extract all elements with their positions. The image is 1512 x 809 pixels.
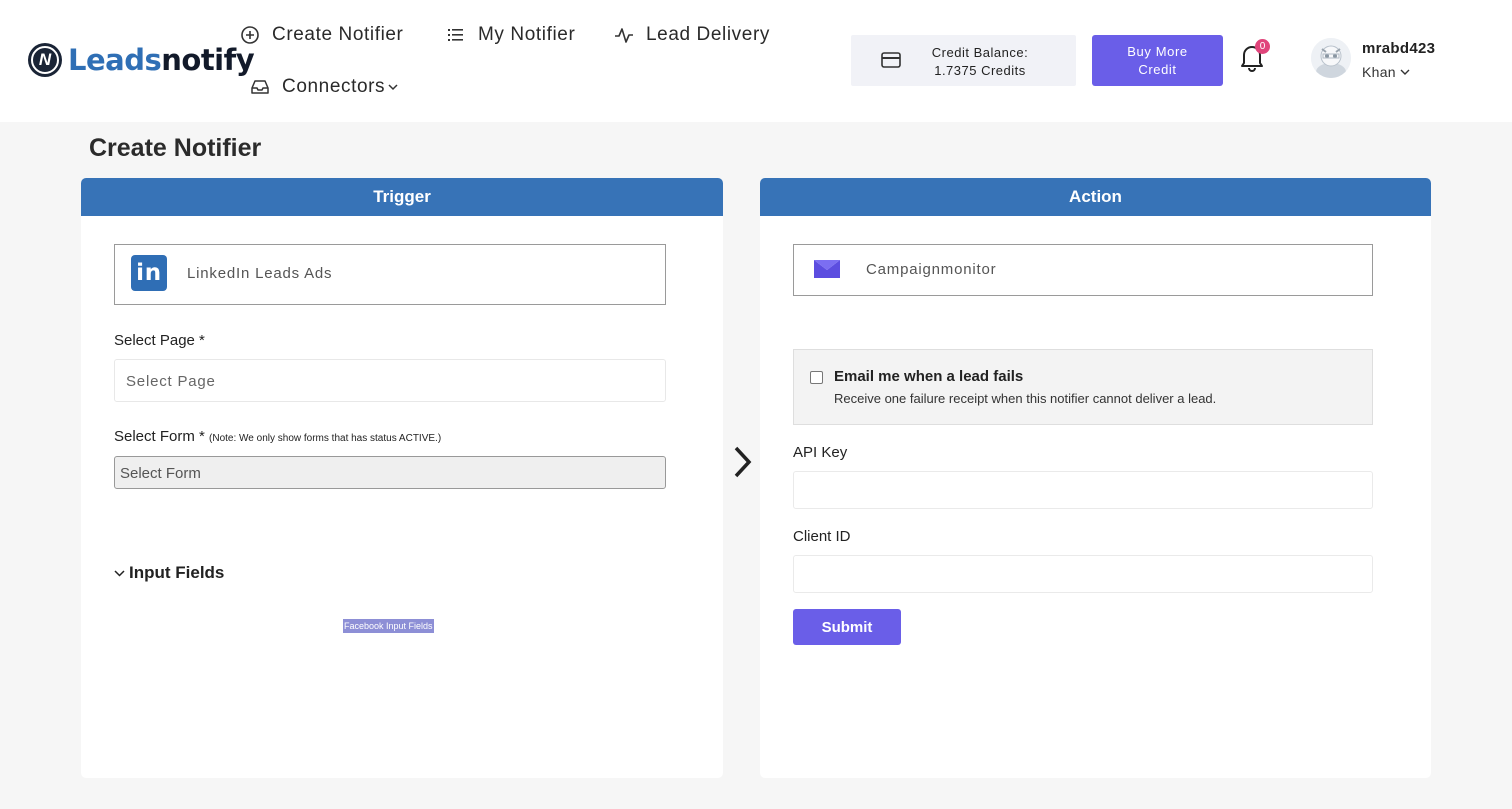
input-fields-toggle[interactable]: Input Fields [114, 563, 224, 583]
avatar-illustration-icon [1311, 38, 1351, 78]
action-header: Action [760, 178, 1431, 216]
activity-icon [615, 28, 633, 43]
nav-my-notifier-label: My Notifier [478, 24, 576, 45]
chevron-down-icon [388, 84, 398, 91]
select-form-dropdown[interactable]: Select Form [114, 456, 666, 489]
client-id-input[interactable] [793, 555, 1373, 593]
credit-balance-label: Credit Balance: [931, 45, 1029, 60]
facebook-input-fields-chip: Facebook Input Fields [343, 619, 434, 633]
user-menu-toggle[interactable]: Khan [1362, 64, 1410, 80]
notification-count-badge: 0 [1255, 39, 1270, 54]
trigger-app-name: LinkedIn Leads Ads [187, 265, 333, 282]
action-app-selector[interactable]: Campaignmonitor [793, 244, 1373, 296]
user-last-name: Khan [1362, 64, 1396, 80]
page-title: Create Notifier [89, 134, 262, 162]
inbox-icon [251, 80, 269, 94]
chevron-down-icon [1400, 69, 1410, 75]
select-page-label: Select Page * [114, 332, 205, 349]
top-header: N Leadsnotify Create Notifier My Notifie… [0, 0, 1512, 122]
input-fields-label: Input Fields [129, 563, 225, 582]
nav-lead-delivery[interactable]: Lead Delivery [614, 24, 770, 46]
trigger-app-selector[interactable]: in LinkedIn Leads Ads [114, 244, 666, 305]
avatar[interactable] [1311, 38, 1351, 78]
brand-name: Leadsnotify [68, 43, 255, 77]
trigger-card: Trigger in LinkedIn Leads Ads Select Pag… [81, 178, 723, 778]
user-name[interactable]: mrabd423 [1362, 40, 1435, 57]
brand-logo[interactable]: N Leadsnotify [28, 43, 255, 77]
list-icon [448, 29, 463, 41]
submit-button[interactable]: Submit [793, 609, 901, 645]
nav-connectors-label: Connectors [282, 76, 386, 97]
client-id-label: Client ID [793, 528, 851, 545]
campaignmonitor-icon [814, 260, 840, 278]
select-form-note: (Note: We only show forms that has statu… [209, 433, 442, 444]
email-on-failure-checkbox[interactable] [810, 371, 823, 384]
chevron-right-icon [734, 446, 752, 478]
nav-lead-delivery-label: Lead Delivery [646, 24, 770, 45]
action-card: Action Campaignmonitor Email me when a l… [760, 178, 1431, 778]
nav-create-notifier-label: Create Notifier [272, 24, 404, 45]
api-key-input[interactable] [793, 471, 1373, 509]
nav-my-notifier[interactable]: My Notifier [446, 24, 575, 46]
api-key-label: API Key [793, 444, 848, 461]
credit-balance-value: 1.7375 Credits [934, 63, 1026, 78]
nav-create-notifier[interactable]: Create Notifier [240, 24, 404, 46]
plus-circle-icon [241, 26, 259, 44]
select-page-dropdown[interactable]: Select Page [114, 359, 666, 402]
buy-more-credit-button[interactable]: Buy More Credit [1092, 35, 1223, 86]
logo-mark-icon: N [28, 43, 62, 77]
action-app-name: Campaignmonitor [866, 261, 997, 278]
credit-balance: Credit Balance: 1.7375 Credits [851, 35, 1076, 86]
trigger-header: Trigger [81, 178, 723, 216]
email-on-failure-description: Receive one failure receipt when this no… [834, 391, 1217, 406]
select-form-label: Select Form * (Note: We only show forms … [114, 428, 442, 445]
chevron-down-icon [114, 569, 125, 577]
email-on-failure-option: Email me when a lead fails Receive one f… [793, 349, 1373, 425]
credit-card-icon [881, 52, 901, 68]
nav-connectors[interactable]: Connectors [250, 76, 399, 98]
linkedin-icon: in [131, 255, 167, 291]
email-on-failure-title: Email me when a lead fails [834, 368, 1024, 385]
